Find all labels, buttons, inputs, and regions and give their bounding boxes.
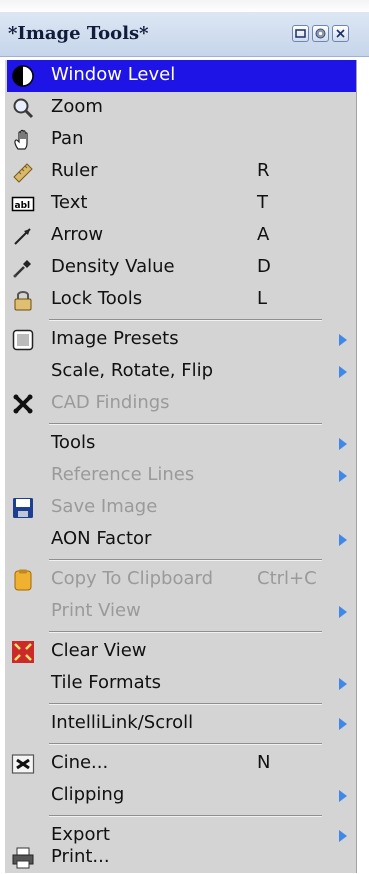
menu-item-label: AON Factor bbox=[51, 528, 152, 549]
menu-item-intellilink-scroll[interactable]: IntelliLink/Scroll bbox=[7, 708, 356, 740]
image-frame-icon bbox=[12, 329, 34, 351]
menu-item-label: Scale, Rotate, Flip bbox=[51, 360, 214, 381]
menu-item-label: Tile Formats bbox=[51, 672, 162, 693]
close-icon bbox=[336, 29, 345, 38]
menu-item-shortcut: T bbox=[257, 192, 268, 213]
menu-item-shortcut: R bbox=[257, 160, 270, 181]
close-button[interactable] bbox=[332, 25, 349, 42]
menu-item-label: IntelliLink/Scroll bbox=[51, 712, 194, 733]
submenu-arrow-icon bbox=[339, 366, 347, 378]
menu-item-label: Print View bbox=[51, 600, 141, 621]
menu-item-shortcut: D bbox=[257, 256, 271, 277]
menu-item-clear-view[interactable]: Clear View bbox=[7, 636, 356, 668]
floppy-disk-icon bbox=[13, 498, 33, 518]
menu-item-label: Arrow bbox=[51, 224, 104, 245]
ruler-icon bbox=[13, 163, 33, 183]
menu-item-label: Tools bbox=[51, 432, 96, 453]
menu-item-label: Reference Lines bbox=[51, 464, 195, 485]
submenu-arrow-icon bbox=[339, 830, 347, 842]
menu-item-label: CAD Findings bbox=[51, 392, 170, 413]
clear-view-icon bbox=[12, 641, 34, 663]
submenu-arrow-icon bbox=[339, 790, 347, 802]
menu-item-save-image[interactable]: Save Image bbox=[7, 492, 356, 524]
menu-item-label: Clear View bbox=[51, 640, 147, 661]
menu-item-image-presets[interactable]: Image Presets bbox=[7, 324, 356, 356]
svg-text:abl: abl bbox=[15, 201, 31, 211]
menu-item-reference-lines[interactable]: Reference Lines bbox=[7, 460, 356, 492]
menu-item-pan[interactable]: Pan bbox=[7, 124, 356, 156]
menu-item-window-level[interactable]: Window Level bbox=[7, 60, 356, 92]
menu-item-zoom[interactable]: Zoom bbox=[7, 92, 356, 124]
menu-item-label: Save Image bbox=[51, 496, 158, 517]
menu-item-cad-findings[interactable]: CAD Findings bbox=[7, 388, 356, 420]
menu-item-label: Image Presets bbox=[51, 328, 179, 349]
menu-item-label: Copy To Clipboard bbox=[51, 568, 214, 589]
menu-separator bbox=[49, 815, 322, 817]
panel-titlebar: *Image Tools* bbox=[0, 12, 369, 57]
menu-item-cine[interactable]: Cine... N bbox=[7, 748, 356, 780]
panel-title: *Image Tools* bbox=[8, 23, 149, 44]
cad-findings-icon bbox=[13, 394, 33, 414]
submenu-arrow-icon bbox=[339, 606, 347, 618]
image-tools-panel: *Image Tools* Window Level Zoom Pan Rule… bbox=[0, 12, 369, 873]
menu-item-tools[interactable]: Tools bbox=[7, 428, 356, 460]
menu-item-copy-to-clipboard[interactable]: Copy To Clipboard Ctrl+C bbox=[7, 564, 356, 596]
menu-item-label: Cine... bbox=[51, 752, 109, 773]
lock-icon bbox=[14, 291, 32, 311]
maximize-button[interactable] bbox=[292, 25, 309, 42]
menu-item-label: Lock Tools bbox=[51, 288, 143, 309]
submenu-arrow-icon bbox=[339, 438, 347, 450]
menu-separator bbox=[49, 423, 322, 425]
menu-item-density-value[interactable]: Density Value D bbox=[7, 252, 356, 284]
menu-item-ruler[interactable]: Ruler R bbox=[7, 156, 356, 188]
menu-item-label: Zoom bbox=[51, 96, 103, 117]
menu-item-shortcut: L bbox=[257, 288, 268, 309]
menu-item-shortcut: N bbox=[257, 752, 271, 773]
menu-item-clipping[interactable]: Clipping bbox=[7, 780, 356, 812]
menu-item-text[interactable]: abl Text T bbox=[7, 188, 356, 220]
submenu-arrow-icon bbox=[339, 534, 347, 546]
clipboard-icon bbox=[14, 569, 32, 591]
menu-item-aon-factor[interactable]: AON Factor bbox=[7, 524, 356, 556]
settings-button[interactable] bbox=[312, 25, 329, 42]
magnifier-icon bbox=[13, 98, 34, 119]
film-icon bbox=[11, 754, 35, 774]
maximize-icon bbox=[295, 29, 306, 38]
dropper-icon bbox=[13, 260, 31, 278]
menu-separator bbox=[49, 703, 322, 705]
background-strip bbox=[0, 0, 369, 12]
menu-separator bbox=[49, 559, 322, 561]
menu-item-arrow[interactable]: Arrow A bbox=[7, 220, 356, 252]
submenu-arrow-icon bbox=[339, 334, 347, 346]
menu-item-shortcut: A bbox=[257, 224, 270, 245]
menu-item-label: Print... bbox=[51, 846, 110, 867]
menu-item-label: Pan bbox=[51, 128, 84, 149]
menu-item-print-view[interactable]: Print View bbox=[7, 596, 356, 628]
menu-item-scale-rotate-flip[interactable]: Scale, Rotate, Flip bbox=[7, 356, 356, 388]
submenu-arrow-icon bbox=[339, 678, 347, 690]
menu-item-lock-tools[interactable]: Lock Tools L bbox=[7, 284, 356, 316]
submenu-arrow-icon bbox=[339, 718, 347, 730]
contrast-icon bbox=[12, 65, 34, 87]
image-tools-menu: Window Level Zoom Pan Ruler R abl Text T… bbox=[5, 60, 357, 873]
hand-icon bbox=[14, 129, 28, 150]
menu-separator bbox=[49, 319, 322, 321]
menu-separator bbox=[49, 631, 322, 633]
text-field-icon: abl bbox=[11, 196, 35, 212]
menu-item-label: Window Level bbox=[51, 64, 176, 85]
menu-item-print[interactable]: Print... bbox=[7, 842, 356, 874]
gear-icon bbox=[315, 28, 326, 39]
menu-separator bbox=[49, 743, 322, 745]
menu-item-label: Ruler bbox=[51, 160, 98, 181]
menu-item-label: Clipping bbox=[51, 784, 125, 805]
menu-item-tile-formats[interactable]: Tile Formats bbox=[7, 668, 356, 700]
menu-item-label: Density Value bbox=[51, 256, 175, 277]
arrow-icon bbox=[14, 228, 31, 245]
menu-item-shortcut: Ctrl+C bbox=[257, 568, 317, 589]
printer-icon bbox=[12, 847, 34, 869]
submenu-arrow-icon bbox=[339, 470, 347, 482]
menu-item-label: Text bbox=[51, 192, 88, 213]
